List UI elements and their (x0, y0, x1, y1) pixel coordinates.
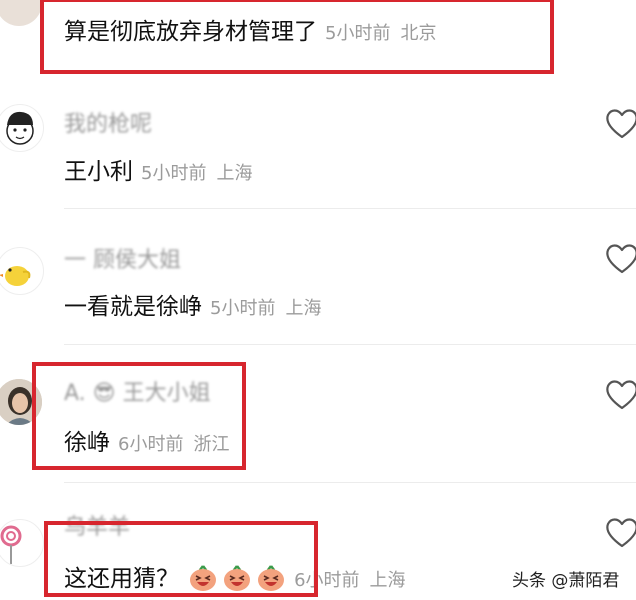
heart-outline-icon[interactable] (604, 241, 636, 275)
comment-username[interactable]: 我的枪呢 (64, 106, 152, 138)
comment-meta: 5小时前 上海 (141, 163, 252, 184)
avatar[interactable] (0, 0, 42, 26)
avatar[interactable] (0, 104, 44, 152)
avatar[interactable] (0, 519, 44, 567)
comment-time: 5小时前 (141, 163, 207, 184)
comment-item: A. 😎 王大小姐 徐峥 6小时前 浙江 (0, 345, 636, 483)
watermark: 头条 @萧陌君 (512, 571, 620, 591)
comment-location: 上海 (285, 298, 322, 319)
comment-item: 一 顾侯大姐 一看就是徐峥 5小时前 上海 (0, 209, 636, 345)
highlight-box (32, 362, 246, 470)
highlight-box (44, 521, 318, 597)
comment-item: 算是彻底放弃身材管理了 5小时前 北京 (0, 0, 636, 74)
comment-meta: 5小时前 上海 (210, 298, 321, 319)
comment-location: 上海 (216, 163, 253, 184)
comment-location: 上海 (369, 570, 406, 591)
comment-text: 一看就是徐峥 (64, 294, 202, 320)
heart-outline-icon[interactable] (604, 106, 636, 140)
cartoon-face-icon (6, 111, 34, 145)
highlight-box (40, 0, 554, 74)
heart-outline-icon[interactable] (604, 377, 636, 411)
chick-icon (0, 266, 31, 286)
lollipop-icon (0, 525, 22, 564)
avatar[interactable] (0, 247, 44, 295)
comment-line: 一看就是徐峥 5小时前 上海 (64, 287, 321, 321)
heart-outline-icon[interactable] (604, 515, 636, 549)
comment-time: 5小时前 (210, 298, 276, 319)
comment-line: 王小利 5小时前 上海 (64, 152, 252, 186)
comment-username[interactable]: 一 顾侯大姐 (64, 242, 181, 274)
comment-text: 王小利 (64, 159, 133, 185)
comment-item: 我的枪呢 王小利 5小时前 上海 (0, 74, 636, 209)
